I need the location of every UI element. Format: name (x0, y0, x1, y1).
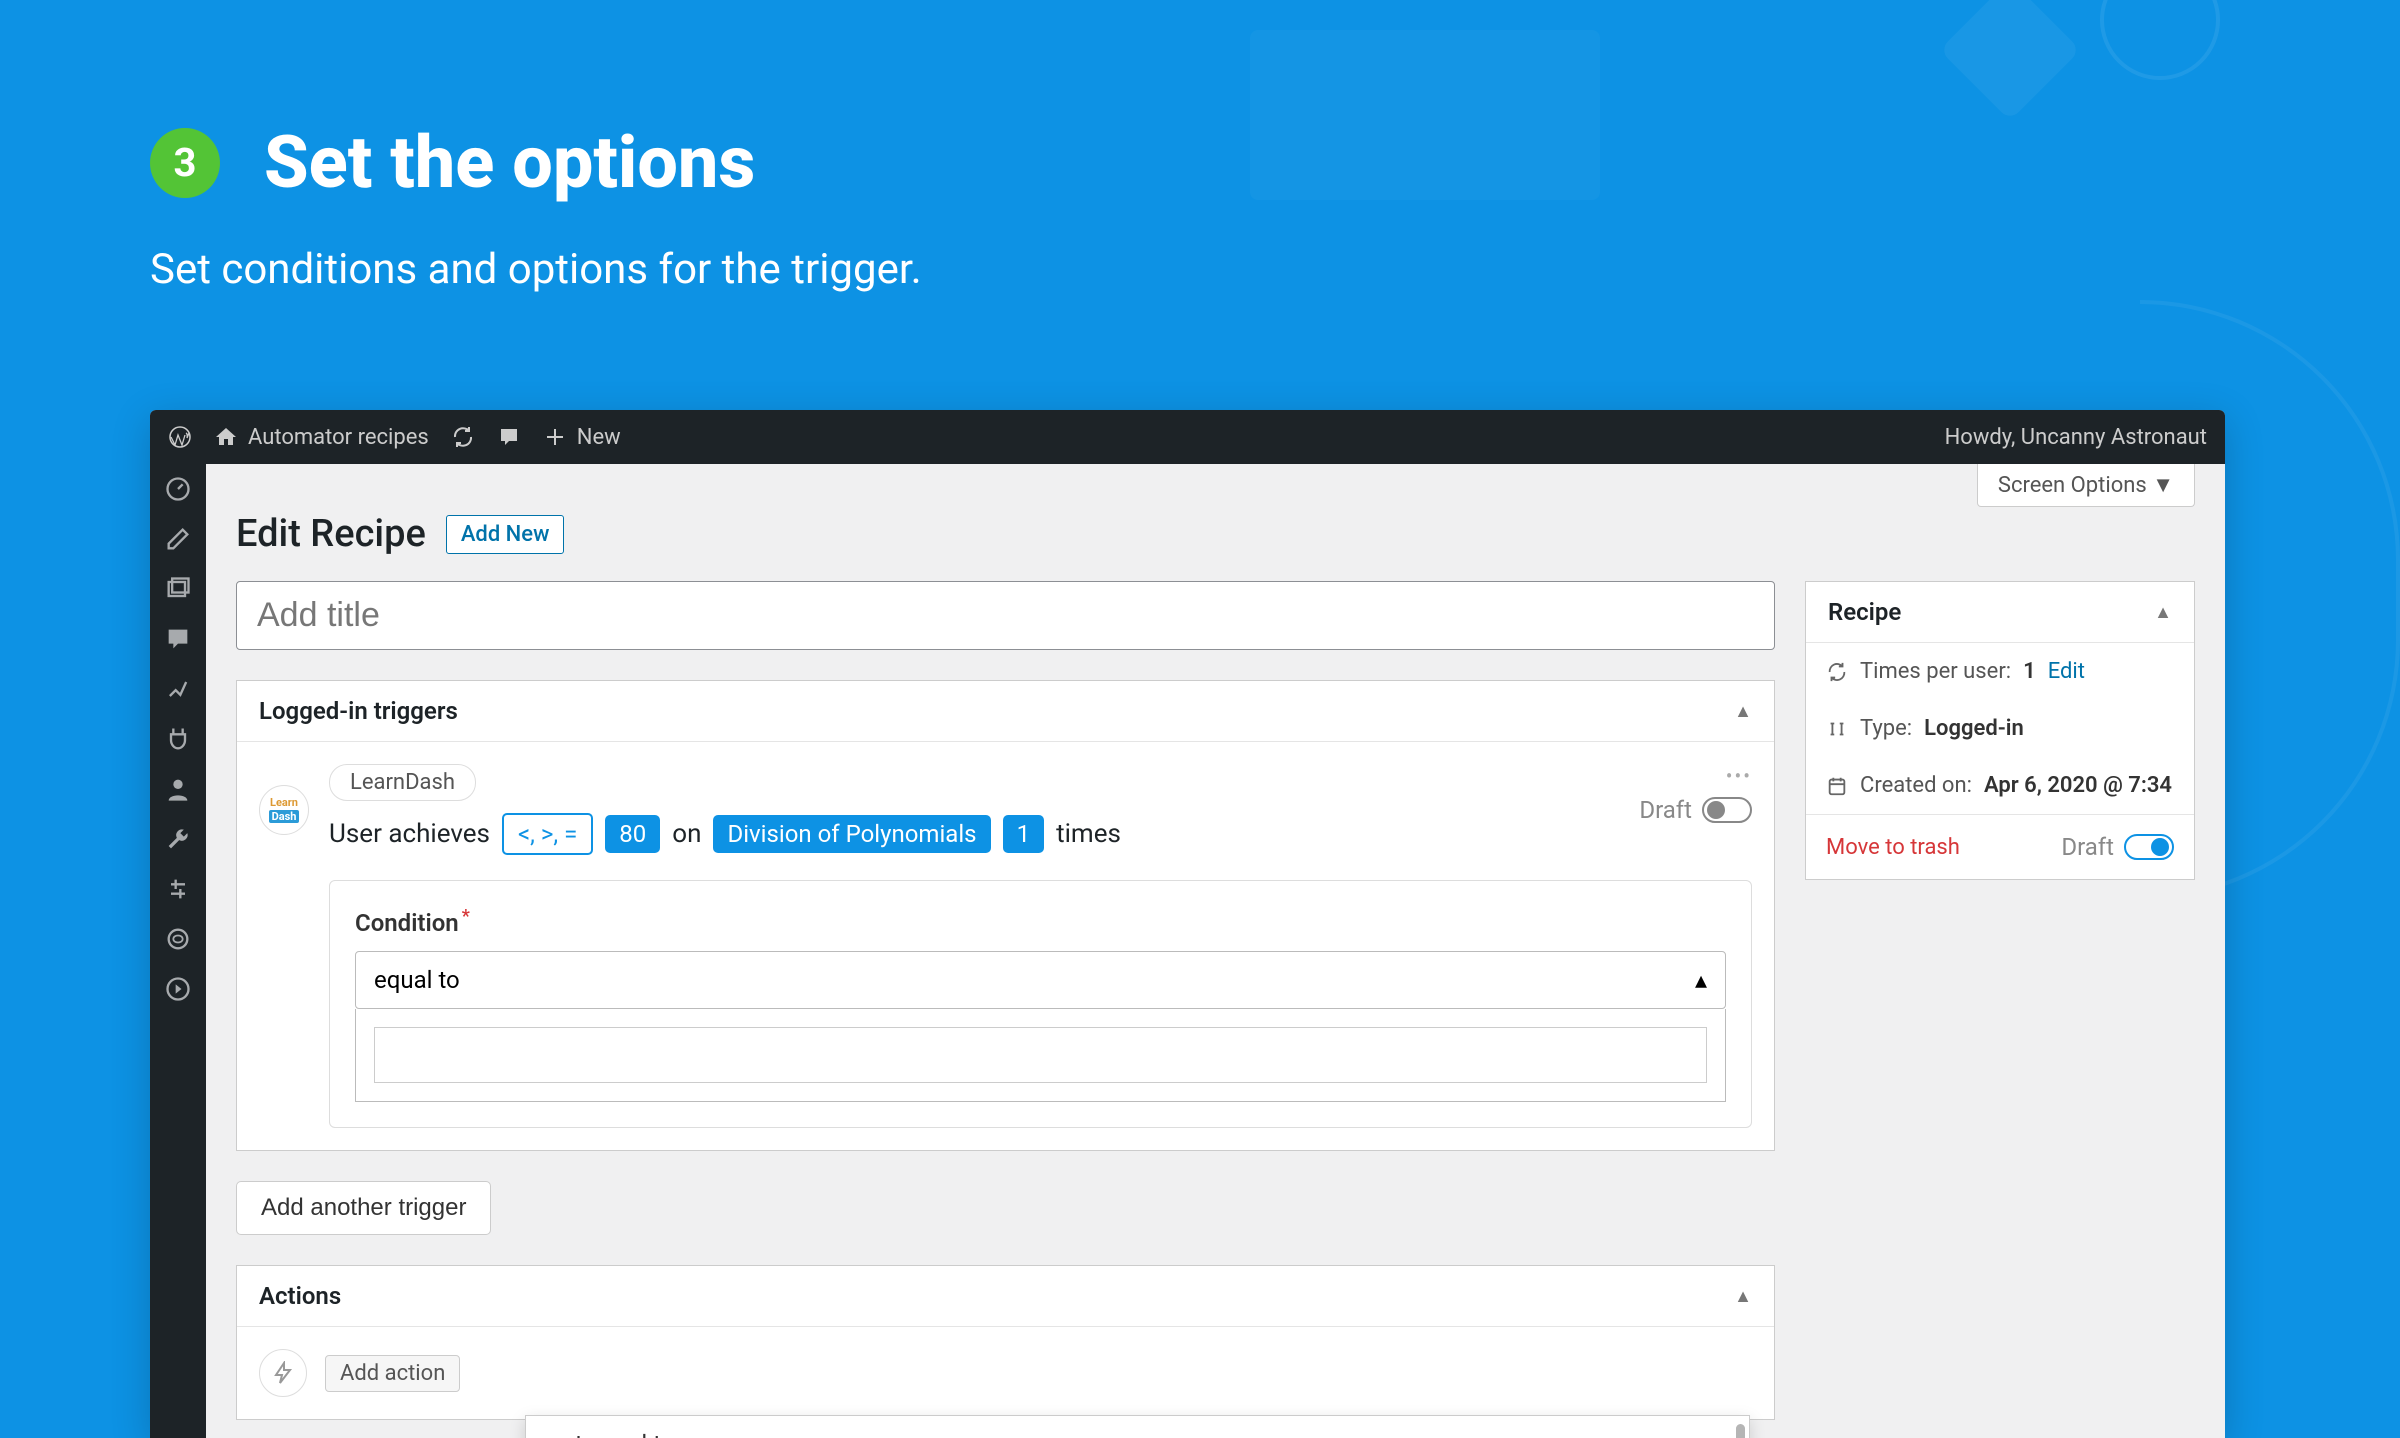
home-icon (214, 425, 238, 449)
created-value: Apr 6, 2020 @ 7:34 (1984, 773, 2172, 798)
sidebar-dashboard[interactable] (150, 464, 206, 514)
caret-up-icon: ▲ (2154, 602, 2172, 623)
wordpress-logo-icon[interactable] (168, 425, 192, 449)
step-number-badge: 3 (150, 128, 220, 198)
lightning-icon (259, 1349, 307, 1397)
integration-tag: LearnDash (329, 764, 476, 801)
admin-bar-new-label: New (577, 425, 621, 450)
sentence-on: on (672, 819, 701, 849)
wp-admin-bar: Automator recipes New Howdy, Uncanny Ast… (150, 410, 2225, 464)
add-new-button[interactable]: Add New (446, 515, 565, 554)
condition-token[interactable]: <, >, = (502, 813, 593, 855)
times-label: Times per user: (1860, 659, 2011, 684)
count-token[interactable]: 1 (1003, 815, 1045, 853)
screen-options-button[interactable]: Screen Options ▼ (1977, 464, 2195, 507)
hero-section: 3 Set the options Set conditions and opt… (150, 120, 922, 294)
recipe-meta-type: Type: Logged-in (1806, 700, 2194, 757)
refresh-icon[interactable] (451, 425, 475, 449)
triggers-panel-title: Logged-in triggers (259, 697, 458, 725)
caret-up-icon: ▲ (1734, 701, 1752, 722)
actions-panel-header[interactable]: Actions ▲ (237, 1266, 1774, 1327)
recipe-meta-times: Times per user: 1 Edit (1806, 643, 2194, 700)
recipe-meta-created: Created on: Apr 6, 2020 @ 7:34 (1806, 757, 2194, 814)
app-window: Automator recipes New Howdy, Uncanny Ast… (150, 410, 2225, 1438)
sidebar-automator[interactable] (150, 914, 206, 964)
sidebar-appearance[interactable] (150, 664, 206, 714)
recipe-draft-label: Draft (2061, 833, 2114, 861)
recipe-meta-panel: Recipe ▲ Times per user: 1 Edit Type: Lo… (1805, 581, 2195, 880)
dropdown-scrollbar[interactable] (1736, 1424, 1745, 1438)
screen-options-label: Screen Options (1998, 473, 2147, 498)
hero-title: Set the options (264, 120, 755, 205)
condition-search-wrap (355, 1009, 1726, 1102)
recipe-meta-header[interactable]: Recipe ▲ (1806, 582, 2194, 643)
sidebar-collapse[interactable] (150, 964, 206, 1014)
trigger-menu-icon[interactable]: ••• (1726, 764, 1752, 788)
sidebar-tools[interactable] (150, 814, 206, 864)
admin-bar-howdy[interactable]: Howdy, Uncanny Astronaut (1945, 425, 2207, 450)
chevron-up-icon: ▴ (1695, 966, 1707, 994)
times-edit-link[interactable]: Edit (2048, 659, 2085, 684)
bg-decor-rect (1250, 30, 1600, 200)
sentence-pre: User achieves (329, 819, 490, 849)
required-asterisk: * (462, 906, 470, 927)
recipe-meta-title: Recipe (1828, 598, 1901, 626)
sidebar-plugins[interactable] (150, 714, 206, 764)
add-trigger-button[interactable]: Add another trigger (236, 1181, 491, 1235)
condition-search-input[interactable] (374, 1027, 1707, 1083)
sidebar-media[interactable] (150, 564, 206, 614)
wp-admin-sidebar (150, 464, 206, 1438)
admin-bar-new[interactable]: New (543, 425, 621, 450)
caret-down-icon: ▼ (2152, 473, 2174, 498)
page-title: Edit Recipe (236, 512, 426, 556)
caret-up-icon: ▲ (1734, 1286, 1752, 1307)
calendar-icon (1826, 775, 1848, 797)
trigger-draft-label: Draft (1639, 796, 1692, 824)
admin-bar-home-label: Automator recipes (248, 425, 429, 450)
sentence-times: times (1056, 819, 1121, 849)
condition-selected-value: equal to (374, 966, 460, 994)
refresh-icon (1826, 661, 1848, 683)
actions-panel: Actions ▲ Add action (236, 1265, 1775, 1420)
recipe-title-input[interactable] (236, 581, 1775, 650)
condition-select[interactable]: equal to ▴ (355, 951, 1726, 1009)
triggers-panel-header[interactable]: Logged-in triggers ▲ (237, 681, 1774, 742)
trigger-draft-status: Draft (1639, 796, 1752, 824)
type-icon (1826, 718, 1848, 740)
sidebar-posts[interactable] (150, 514, 206, 564)
sidebar-users[interactable] (150, 764, 206, 814)
plus-icon (543, 425, 567, 449)
score-token[interactable]: 80 (605, 815, 660, 853)
type-label: Type: (1860, 716, 1912, 741)
sidebar-comments[interactable] (150, 614, 206, 664)
quiz-token[interactable]: Division of Polynomials (713, 815, 990, 853)
times-value: 1 (2023, 659, 2036, 684)
actions-panel-title: Actions (259, 1282, 341, 1310)
type-value: Logged-in (1924, 716, 2024, 741)
admin-bar-home[interactable]: Automator recipes (214, 425, 429, 450)
trigger-status-toggle[interactable] (1702, 797, 1752, 823)
bg-decor-diamond (1939, 0, 2080, 121)
main-content: Screen Options ▼ Edit Recipe Add New Log… (206, 464, 2225, 1438)
move-to-trash-link[interactable]: Move to trash (1826, 835, 1960, 860)
bg-decor-circle (2100, 0, 2220, 80)
sidebar-settings[interactable] (150, 864, 206, 914)
hero-subtitle: Set conditions and options for the trigg… (150, 245, 922, 294)
condition-field-label: Condition (355, 909, 459, 937)
triggers-panel: Logged-in triggers ▲ ••• LearnDash Learn… (236, 680, 1775, 1151)
comment-icon[interactable] (497, 425, 521, 449)
learndash-logo-icon: LearnDash (259, 785, 309, 835)
created-label: Created on: (1860, 773, 1972, 798)
recipe-status-toggle[interactable] (2124, 834, 2174, 860)
add-action-button[interactable]: Add action (325, 1355, 460, 1392)
condition-editor: Condition* equal to ▴ (329, 880, 1752, 1128)
